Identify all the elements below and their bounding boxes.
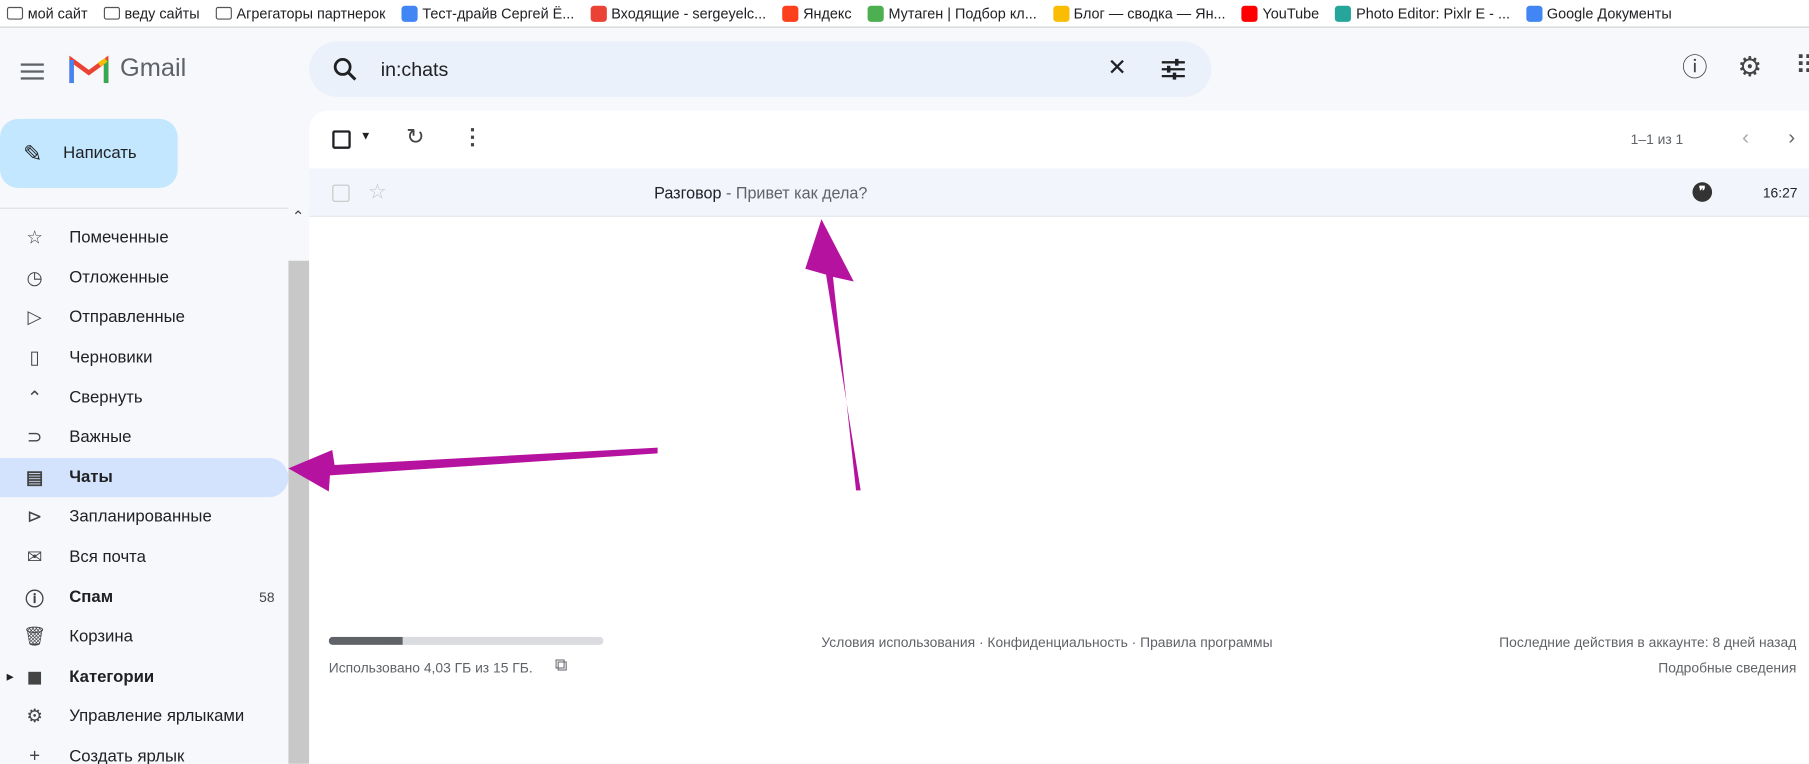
arrow-to-message <box>805 219 861 491</box>
annotation-arrows <box>288 219 861 492</box>
browser-window: мой сайт веду сайты Агрегаторы партнерок Те… <box>0 0 1809 764</box>
arrow-to-chats <box>288 447 658 492</box>
